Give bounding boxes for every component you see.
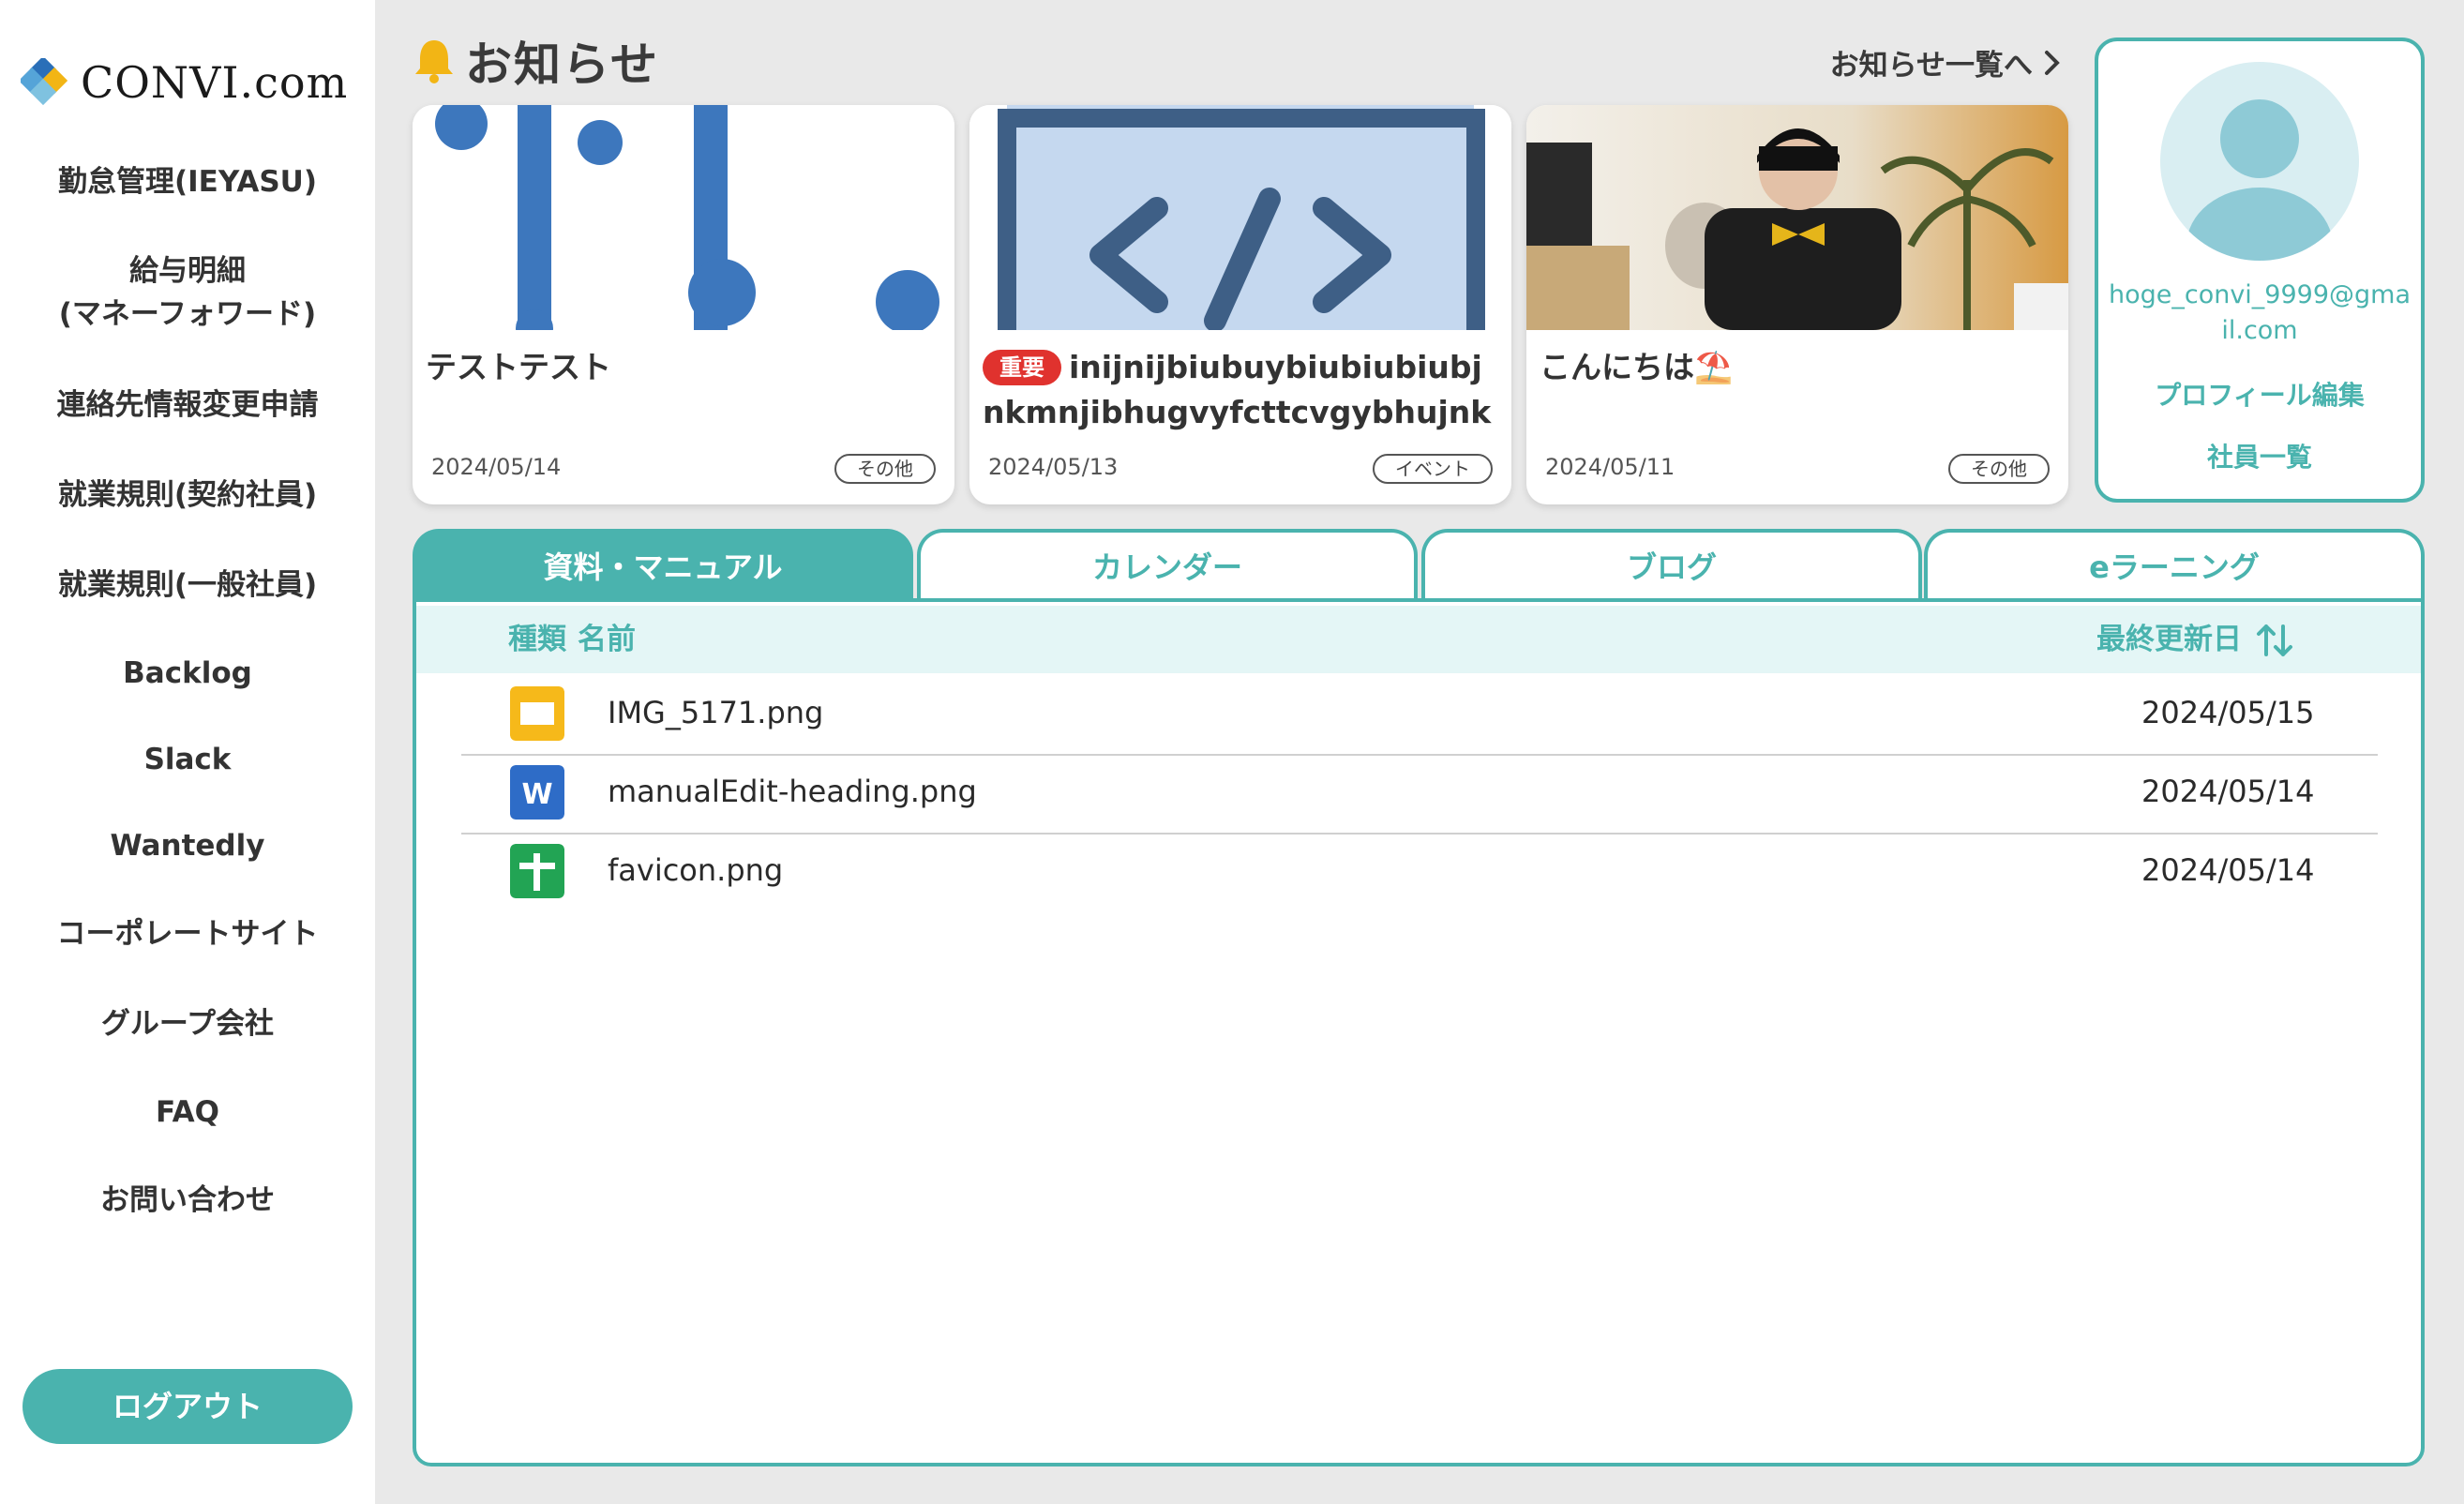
sidebar: CONVI.com 勤怠管理(IEYASU) 給与明細 (マネーフォワード) 連… — [0, 0, 375, 1504]
news-card[interactable]: こんにちは⛱️ 2024/05/11 その他 — [1526, 105, 2068, 504]
sidebar-item-rules-contract[interactable]: 就業規則(契約社員) — [0, 473, 375, 518]
file-name: IMG_5171.png — [608, 695, 824, 730]
tab-calendar[interactable]: カレンダー — [917, 529, 1418, 602]
file-name: favicon.png — [608, 852, 784, 888]
logo-mark-icon — [21, 58, 68, 106]
sidebar-item-group[interactable]: グループ会社 — [0, 1001, 375, 1046]
news-header: お知らせ — [413, 28, 659, 94]
news-card[interactable]: 重要 inijnijbiubuybiubiubiubjnkmnjibhugvyfc… — [969, 105, 1511, 504]
column-date-header[interactable]: 最終更新日 — [2096, 606, 2242, 673]
table-row[interactable]: IMG_5171.png 2024/05/15 — [461, 673, 2378, 752]
sidebar-item-rules-general[interactable]: 就業規則(一般社員) — [0, 563, 375, 608]
profile-edit-link[interactable]: プロフィール編集 — [2098, 375, 2421, 413]
file-name: manualEdit-heading.png — [608, 774, 977, 809]
table-row[interactable]: favicon.png 2024/05/14 — [461, 831, 2378, 910]
file-date: 2024/05/14 — [2141, 774, 2315, 809]
brand-name: CONVI.com — [81, 57, 349, 108]
news-card-title: 重要 inijnijbiubuybiubiubiubjnkmnjibhugvyfc… — [983, 345, 1503, 435]
svg-text:W: W — [521, 778, 552, 811]
important-badge: 重要 — [983, 350, 1061, 385]
beach-umbrella-icon: ⛱️ — [1694, 349, 1734, 385]
slides-file-icon — [510, 686, 564, 741]
sidebar-item-payslip-sub[interactable]: (マネーフォワード) — [0, 292, 375, 337]
word-file-icon: W — [510, 765, 564, 820]
sheet-file-icon — [510, 844, 564, 898]
news-card[interactable]: テストテスト 2024/05/14 その他 — [413, 105, 954, 504]
user-avatar-icon — [2186, 99, 2333, 261]
staff-list-link[interactable]: 社員一覧 — [2098, 437, 2421, 474]
sidebar-item-wantedly[interactable]: Wantedly — [0, 823, 375, 868]
avatar — [2160, 62, 2359, 261]
tab-materials[interactable]: 資料・マニュアル — [413, 529, 913, 602]
file-date: 2024/05/14 — [2141, 852, 2315, 888]
news-card-date: 2024/05/14 — [431, 454, 562, 480]
sidebar-item-payslip[interactable]: 給与明細 — [0, 248, 375, 293]
news-card-title: テストテスト — [426, 349, 611, 385]
profile-panel: hoge_convi_9999@gmail.com プロフィール編集 社員一覧 — [2095, 38, 2425, 503]
sidebar-item-attendance[interactable]: 勤怠管理(IEYASU) — [0, 159, 375, 204]
file-date: 2024/05/15 — [2141, 695, 2315, 730]
bell-icon — [415, 40, 453, 83]
tab-elearning[interactable]: eラーニング — [1924, 529, 2425, 602]
column-type-header: 種類 — [508, 623, 566, 656]
news-list-link-label: お知らせ一覧へ — [1829, 49, 2033, 83]
sidebar-item-corporate[interactable]: コーポレートサイト — [0, 911, 375, 956]
table-row[interactable]: W manualEdit-heading.png 2024/05/14 — [461, 752, 2378, 831]
news-card-thumbnail — [1526, 105, 2068, 330]
brand-logo[interactable]: CONVI.com — [21, 54, 348, 111]
logout-button[interactable]: ログアウト — [23, 1369, 353, 1444]
tab-blog[interactable]: ブログ — [1421, 529, 1922, 602]
news-title: お知らせ — [465, 38, 659, 92]
news-card-date: 2024/05/13 — [988, 454, 1119, 480]
news-card-title-text: こんにちは — [1540, 349, 1694, 385]
sidebar-item-slack[interactable]: Slack — [0, 737, 375, 782]
profile-email: hoge_convi_9999@gmail.com — [2108, 280, 2411, 345]
content-tabs: 資料・マニュアル カレンダー ブログ eラーニング — [413, 529, 2425, 602]
news-card-tag: その他 — [834, 454, 936, 484]
chevron-right-icon — [2045, 50, 2060, 75]
sidebar-item-contact-change[interactable]: 連絡先情報変更申請 — [0, 383, 375, 428]
sort-icon[interactable] — [2256, 623, 2293, 658]
news-card-thumbnail — [413, 105, 954, 330]
news-card-title: こんにちは⛱️ — [1540, 345, 2060, 390]
sidebar-item-inquiry[interactable]: お問い合わせ — [0, 1178, 375, 1223]
news-card-date: 2024/05/11 — [1545, 454, 1675, 480]
news-card-thumbnail — [969, 105, 1511, 330]
sidebar-item-faq[interactable]: FAQ — [0, 1090, 375, 1135]
news-card-tag: その他 — [1948, 454, 2050, 484]
sidebar-item-backlog[interactable]: Backlog — [0, 651, 375, 696]
column-name-header[interactable]: 名前 — [578, 606, 636, 673]
table-header: 種類 名前 最終更新日 — [416, 606, 2421, 673]
news-list-link[interactable]: お知らせ一覧へ — [1830, 41, 2061, 83]
materials-panel: 種類 名前 最終更新日 IMG_5171.png 2024/05/15 W ma… — [413, 598, 2425, 1466]
news-card-tag: イベント — [1373, 454, 1493, 484]
